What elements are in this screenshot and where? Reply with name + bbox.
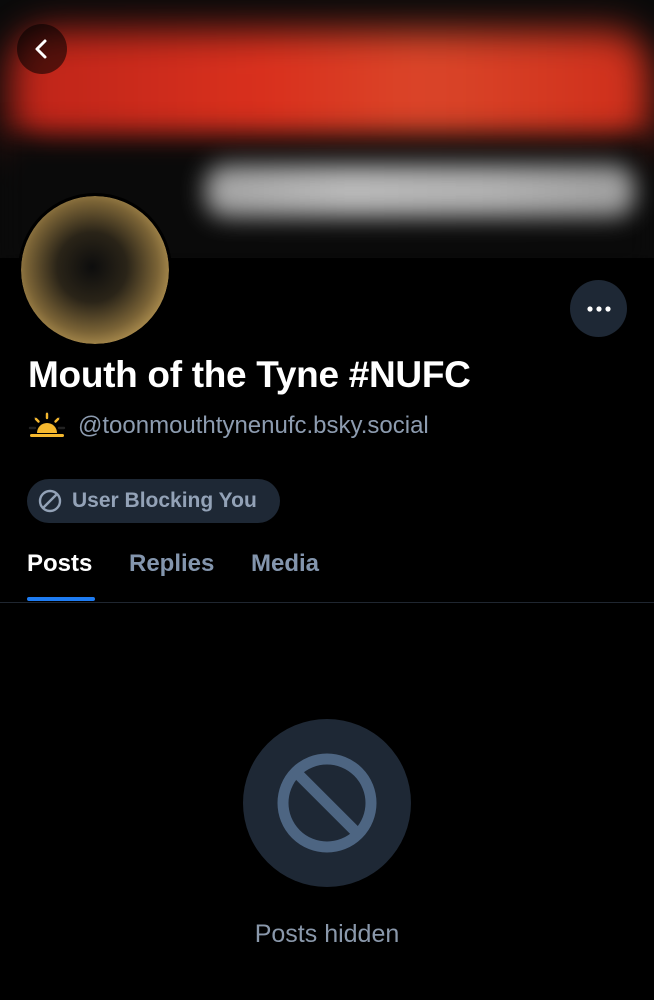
display-name: Mouth of the Tyne #NUFC [28, 354, 471, 395]
avatar[interactable] [18, 193, 172, 347]
more-options-button[interactable] [570, 280, 627, 337]
tab-replies[interactable]: Replies [129, 550, 214, 578]
tab-media[interactable]: Media [251, 550, 319, 578]
chevron-left-icon [35, 39, 47, 59]
tab-posts[interactable]: Posts [27, 550, 92, 578]
back-button[interactable] [17, 24, 67, 74]
blocking-badge[interactable]: User Blocking You [27, 479, 280, 523]
avatar-image [21, 196, 169, 344]
handle-row: @toonmouthtynenufc.bsky.social [28, 410, 429, 442]
block-icon [38, 489, 62, 513]
posts-hidden-icon-circle [243, 719, 411, 887]
blocking-badge-label: User Blocking You [72, 489, 257, 512]
block-icon [277, 753, 377, 853]
posts-hidden-label: Posts hidden [254, 920, 400, 948]
active-tab-indicator [27, 597, 95, 601]
sunrise-icon [28, 411, 66, 437]
ellipsis-icon [586, 305, 611, 312]
banner-blur-text [205, 165, 635, 217]
profile-tabs: Posts Replies Media [0, 540, 654, 603]
user-handle[interactable]: @toonmouthtynenufc.bsky.social [78, 412, 429, 440]
